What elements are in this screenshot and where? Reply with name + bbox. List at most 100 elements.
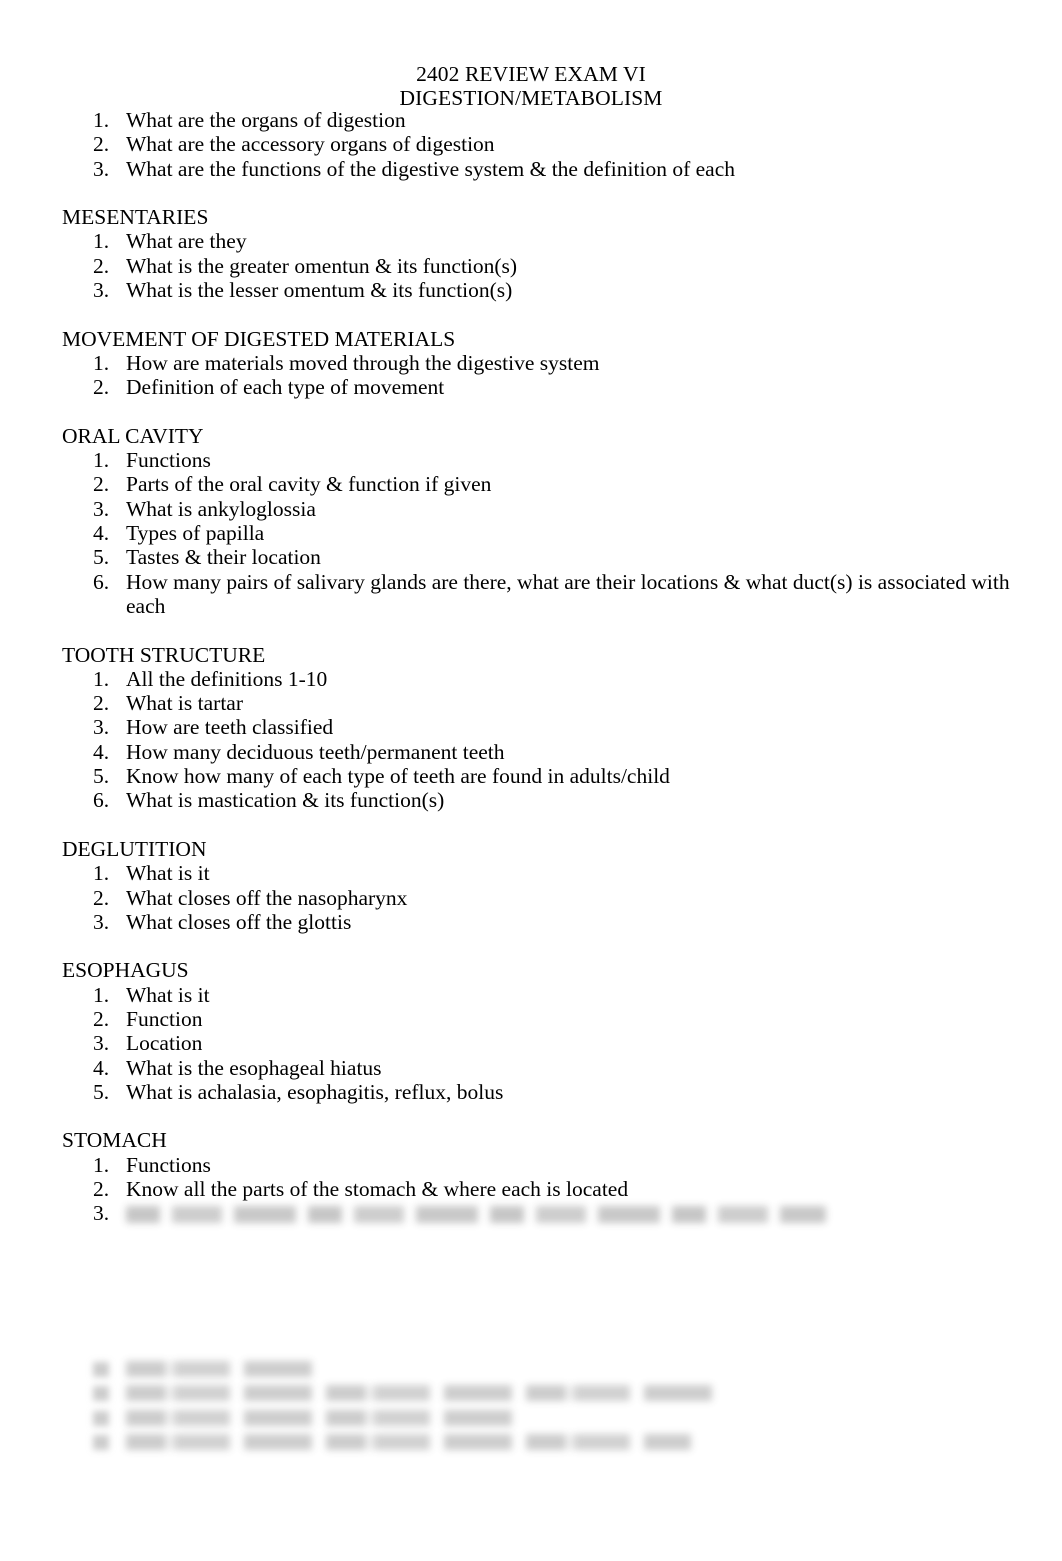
list-item: 4. What is the esophageal hiatus	[62, 1056, 1022, 1080]
list-item: 5. Tastes & their location	[62, 545, 1022, 569]
list-item-marker: 2.	[93, 132, 110, 157]
list-item: 3. What is ankyloglossia	[62, 497, 1022, 521]
list-item: 2. Function	[62, 1007, 1022, 1031]
list-item: 4. Types of papilla	[62, 521, 1022, 545]
list-item: 3. How are teeth classified	[62, 715, 1022, 739]
list-item-marker: 1.	[93, 350, 110, 375]
section-heading: ORAL CAVITY	[62, 423, 204, 448]
list-item-marker: 1.	[93, 982, 110, 1007]
list-item-marker: 4.	[93, 1055, 110, 1080]
list-item: 2. Know all the parts of the stomach & wh…	[62, 1177, 1022, 1201]
list-item-marker: 1.	[93, 861, 110, 886]
list-item: 3. What is the lesser omentum & its funct…	[62, 278, 1022, 302]
list-item: 3. What closes off the glottis	[62, 910, 1022, 934]
list-item-text: What is it	[126, 861, 210, 886]
list-item-marker: 3.	[93, 278, 110, 303]
title-line-2: DIGESTION/METABOLISM	[399, 86, 663, 111]
section-heading: DEGLUTITION	[62, 836, 207, 861]
section-heading: MESENTARIES	[62, 205, 209, 230]
redacted-row-text	[126, 1409, 516, 1426]
section-question-list: 1. How are materials moved through the di…	[62, 351, 1022, 400]
list-item-text: What is the greater omentun & its functi…	[126, 253, 518, 278]
list-item: 2. What is tartar	[62, 691, 1022, 715]
document-page: 2402 REVIEW EXAM VI DIGESTION/METABOLISM…	[0, 0, 1062, 1561]
list-item-text: Types of papilla	[126, 521, 265, 546]
list-item-text: What is achalasia, esophagitis, reflux, …	[126, 1079, 504, 1104]
section-heading: TOOTH STRUCTURE	[62, 642, 266, 667]
list-item: 1. Functions	[62, 448, 1022, 472]
redacted-row	[62, 1382, 762, 1406]
redacted-row	[62, 1358, 762, 1382]
list-item-marker: 3.	[93, 715, 110, 740]
list-item-marker: 1.	[93, 1152, 110, 1177]
title-line-1: 2402 REVIEW EXAM VI	[416, 62, 646, 86]
list-item-marker: 3.	[93, 156, 110, 181]
list-item-marker: 1.	[93, 448, 110, 473]
list-item-text	[126, 1201, 1022, 1225]
list-item-marker: 5.	[93, 764, 110, 789]
list-item: 1. What are they	[62, 229, 1022, 253]
list-item: 1. All the definitions 1-10	[62, 667, 1022, 691]
list-item-text: What is the esophageal hiatus	[126, 1055, 382, 1080]
list-item: 6. What is mastication & its function(s)	[62, 788, 1022, 812]
redacted-row-text	[126, 1433, 691, 1450]
list-item-text: What are they	[126, 229, 247, 254]
list-item-text: How many pairs of salivary glands are th…	[126, 569, 1010, 618]
list-item-text: Definition of each type of movement	[126, 375, 445, 400]
list-item-text: Functions	[126, 1152, 211, 1177]
list-item-marker: 2.	[93, 1177, 110, 1202]
list-item-text: What are the functions of the digestive …	[126, 156, 735, 181]
list-item: 2. Definition of each type of movement	[62, 375, 1022, 399]
list-item-text: What are the organs of digestion	[126, 108, 406, 132]
list-item: 2. Parts of the oral cavity & function if…	[62, 472, 1022, 496]
list-item-marker: 3.	[93, 496, 110, 521]
list-item: 1. What is it	[62, 983, 1022, 1007]
redacted-row-marker	[93, 1386, 109, 1402]
list-item-marker: 3.	[93, 1201, 110, 1226]
list-item-text: What is tartar	[126, 691, 244, 716]
list-item-marker: 2.	[93, 253, 110, 278]
section: MOVEMENT OF DIGESTED MATERIALS 1. How are …	[62, 327, 1022, 400]
list-item-marker: 5.	[93, 545, 110, 570]
list-item: 5. Know how many of each type of teeth ar…	[62, 764, 1022, 788]
list-item-text: What are the accessory organs of digesti…	[126, 132, 495, 157]
redacted-row-text	[126, 1361, 321, 1377]
document-body: 1. What are the organs of digestion 2. What…	[62, 108, 1022, 1226]
list-item-text: How are materials moved through the dige…	[126, 350, 600, 375]
section-question-list: 1. What is it 2. Function 3. Location 4. What i…	[62, 983, 1022, 1104]
list-item-text: What is mastication & its function(s)	[126, 788, 445, 813]
redacted-row-text	[126, 1385, 726, 1402]
list-item-marker: 2.	[93, 885, 110, 910]
list-item: 3.	[62, 1201, 1022, 1225]
intro-question-list: 1. What are the organs of digestion 2. What…	[62, 108, 1022, 181]
list-item-text: What is it	[126, 982, 210, 1007]
redacted-row	[62, 1407, 762, 1431]
section-question-list: 1. Functions 2. Parts of the oral cavity & …	[62, 448, 1022, 618]
list-item: 2. What closes off the nasopharynx	[62, 886, 1022, 910]
list-item: 2. What is the greater omentun & its func…	[62, 254, 1022, 278]
list-item: 1. What is it	[62, 861, 1022, 885]
section-heading: ESOPHAGUS	[62, 958, 189, 983]
list-item-text: Know how many of each type of teeth are …	[126, 764, 670, 789]
section: DEGLUTITION 1. What is it 2. What closes off…	[62, 837, 1022, 934]
list-item-text: Tastes & their location	[126, 545, 321, 570]
list-item-marker: 3.	[93, 1031, 110, 1056]
list-item-text: What is ankyloglossia	[126, 496, 316, 521]
list-item-marker: 4.	[93, 521, 110, 546]
redacted-row	[62, 1431, 762, 1455]
list-item-text: What closes off the glottis	[126, 909, 352, 934]
list-item-marker: 5.	[93, 1079, 110, 1104]
list-item-marker: 6.	[93, 788, 110, 813]
section: TOOTH STRUCTURE 1. All the definitions 1-1…	[62, 643, 1022, 813]
list-item-text: Location	[126, 1031, 203, 1056]
list-item-text: Parts of the oral cavity & function if g…	[126, 472, 492, 497]
section: ESOPHAGUS 1. What is it 2. Function 3. Locatio…	[62, 958, 1022, 1104]
redacted-row-marker	[93, 1362, 109, 1377]
list-item-marker: 1.	[93, 108, 110, 132]
section: STOMACH 1. Functions 2. Know all the parts o…	[62, 1128, 1022, 1225]
